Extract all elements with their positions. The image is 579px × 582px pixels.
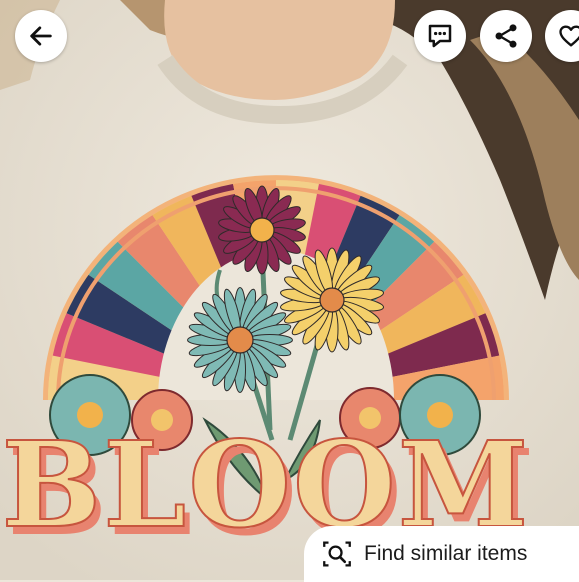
share-icon — [495, 24, 517, 48]
flower-center — [226, 326, 254, 354]
arrow-left-icon — [30, 26, 52, 46]
message-button[interactable] — [414, 10, 466, 62]
message-dots-icon — [428, 24, 452, 48]
back-button[interactable] — [15, 10, 67, 62]
product-photo: BLOOM BLOOM — [0, 0, 579, 580]
heart-icon — [559, 25, 579, 47]
neck — [157, 0, 408, 125]
share-button[interactable] — [480, 10, 532, 62]
flower-center — [319, 287, 345, 313]
visual-search-icon — [323, 541, 351, 567]
flower-center — [249, 217, 275, 243]
find-similar-items-button[interactable]: Find similar items — [304, 526, 579, 582]
find-similar-items-label: Find similar items — [364, 542, 528, 565]
